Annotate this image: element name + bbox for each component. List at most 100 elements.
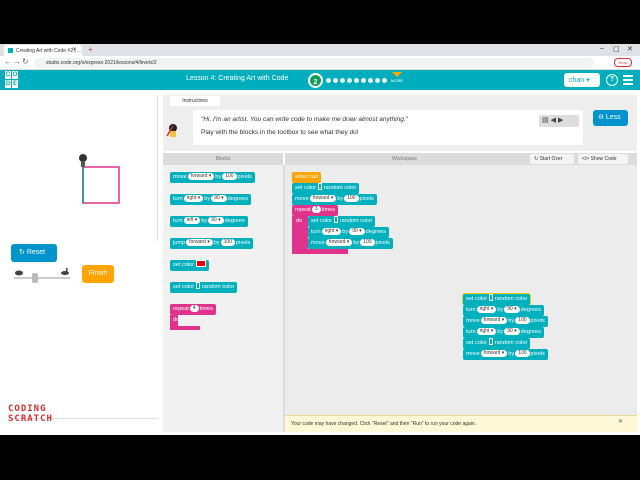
lesson-title[interactable]: Lesson 4: Creating Art with Code — [186, 75, 288, 82]
direction-dropdown[interactable]: forward — [480, 350, 508, 357]
toolbox-repeat-block[interactable]: repeat 4 times — [170, 304, 217, 315]
instructions-tab[interactable]: Instructions — [170, 96, 220, 106]
detached-move-block[interactable]: moveforwardby100pixels — [463, 316, 548, 327]
direction-dropdown[interactable]: forward — [187, 173, 215, 180]
url-field[interactable]: studio.code.org/s/express-2021/lessons/4… — [34, 58, 594, 68]
number-field[interactable]: 4 — [189, 305, 199, 312]
angle-dropdown[interactable]: 90 — [211, 195, 227, 202]
angle-dropdown[interactable]: 90 — [208, 217, 224, 224]
program-move-block[interactable]: moveforwardby100pixels — [292, 194, 377, 205]
new-tab-icon[interactable]: + — [88, 45, 93, 54]
toolbox-turn-left-block[interactable]: turnleftby90degrees — [170, 216, 248, 227]
detached-set-random-color-block[interactable]: set color random color — [463, 338, 531, 349]
reload-icon[interactable]: ↻ — [22, 57, 29, 66]
logo-letter: D — [5, 80, 11, 88]
less-button[interactable]: ⊖ Less — [593, 110, 628, 126]
number-field[interactable]: 100 — [344, 195, 359, 202]
direction-dropdown[interactable]: right — [321, 228, 342, 235]
level-progress-dots[interactable] — [326, 78, 387, 84]
close-notice-icon[interactable]: ✕ — [618, 418, 623, 425]
detached-turn-right-block[interactable]: turnrightby90degrees — [463, 327, 544, 338]
toolbox-move-block[interactable]: moveforwardby100pixels — [170, 172, 255, 183]
current-level-bubble[interactable]: 2 — [308, 73, 323, 88]
speed-thumb[interactable] — [32, 273, 38, 283]
direction-dropdown[interactable]: right — [183, 195, 204, 202]
level-dot[interactable] — [354, 78, 359, 83]
maximize-icon[interactable]: ▢ — [613, 45, 620, 53]
level-dot[interactable] — [368, 78, 373, 83]
user-menu-button[interactable]: chan ▾ — [564, 73, 600, 87]
browser-tab[interactable]: Creating Art with Code #2 | ... — [4, 45, 82, 56]
number-field[interactable]: 3 — [311, 206, 321, 213]
program-set-random-color-block[interactable]: set color random color — [308, 216, 376, 227]
speaker-icon[interactable]: ◀ — [551, 117, 558, 124]
show-code-button[interactable]: </> Show Code — [578, 154, 628, 164]
direction-dropdown[interactable]: forward — [480, 317, 508, 324]
audio-controls[interactable]: ▤◀▶ — [539, 115, 579, 127]
block-text: by — [337, 196, 344, 202]
watermark-line2: SCRATCH — [8, 414, 53, 424]
direction-dropdown[interactable]: right — [476, 306, 497, 313]
close-tab-icon[interactable]: ✕ — [72, 46, 77, 53]
logo-letter: E — [12, 80, 18, 88]
when-run-block[interactable]: when run — [292, 172, 322, 183]
detached-set-random-color-block[interactable]: set color random color — [463, 294, 531, 305]
level-dot[interactable] — [326, 78, 331, 83]
color-input-slot — [489, 338, 494, 345]
level-dot[interactable] — [340, 78, 345, 83]
hamburger-menu-icon[interactable] — [623, 75, 633, 87]
direction-dropdown[interactable]: left — [183, 217, 201, 224]
direction-dropdown[interactable]: right — [476, 328, 497, 335]
block-text: turn — [173, 196, 183, 202]
block-text: repeat — [295, 207, 311, 213]
level-dot[interactable] — [375, 78, 380, 83]
more-button[interactable]: MORE — [391, 72, 403, 83]
number-field[interactable]: 100 — [220, 239, 235, 246]
block-text: by — [213, 240, 220, 246]
direction-dropdown[interactable]: forward — [309, 195, 337, 202]
code-changed-notice: Your code may have changed. Click "Reset… — [285, 415, 637, 432]
toolbox-set-random-color-block[interactable]: set color random color — [170, 282, 238, 293]
block-text: set color — [295, 185, 317, 191]
angle-dropdown[interactable]: 90 — [504, 306, 520, 313]
program-turn-right-block[interactable]: turnrightby90degrees — [308, 227, 389, 238]
toolbox-jump-block[interactable]: jumpforwardby100pixels — [170, 238, 254, 249]
speed-slider[interactable] — [14, 268, 70, 283]
code-logo[interactable]: C O D E — [5, 71, 25, 89]
level-dot[interactable] — [347, 78, 352, 83]
toolbox-set-color-block[interactable]: set color — [170, 260, 210, 271]
block-text: turn — [466, 307, 476, 313]
program-repeat-block[interactable]: repeat 3 times — [292, 205, 339, 216]
close-window-icon[interactable]: ✕ — [627, 45, 633, 53]
collapse-icon: ⊖ — [598, 114, 604, 121]
angle-dropdown[interactable]: 90 — [349, 228, 365, 235]
number-field[interactable]: 100 — [360, 239, 375, 246]
number-field[interactable]: 100 — [222, 173, 237, 180]
program-move-block[interactable]: moveforwardby100pixels — [308, 238, 393, 249]
detached-move-block[interactable]: moveforwardby100pixels — [463, 349, 548, 360]
error-button[interactable]: Error — [614, 58, 632, 67]
block-text: set color — [173, 284, 195, 290]
favicon-icon — [8, 48, 13, 53]
number-field[interactable]: 100 — [515, 350, 530, 357]
forward-icon[interactable]: → — [13, 57, 21, 66]
play-icon[interactable]: ▶ — [558, 117, 565, 124]
detached-turn-right-block[interactable]: turnrightby90degrees — [463, 305, 544, 316]
reset-button[interactable]: ↻ Reset — [11, 244, 57, 262]
text-icon[interactable]: ▤ — [542, 117, 551, 124]
direction-dropdown[interactable]: forward — [186, 239, 213, 246]
direction-dropdown[interactable]: forward — [325, 239, 353, 246]
minimize-icon[interactable]: – — [600, 45, 604, 52]
start-over-button[interactable]: ↻ Start Over — [530, 154, 574, 164]
back-icon[interactable]: ← — [4, 57, 12, 66]
toolbox-turn-right-block[interactable]: turnrightby90degrees — [170, 194, 251, 205]
level-dot[interactable] — [361, 78, 366, 83]
color-swatch[interactable] — [196, 260, 207, 267]
level-dot[interactable] — [333, 78, 338, 83]
level-dot[interactable] — [382, 78, 387, 83]
angle-dropdown[interactable]: 90 — [504, 328, 520, 335]
finish-button[interactable]: Finish — [82, 265, 114, 283]
program-set-random-color-block[interactable]: set color random color — [292, 183, 360, 194]
help-icon[interactable]: ? — [606, 74, 618, 86]
number-field[interactable]: 100 — [515, 317, 530, 324]
